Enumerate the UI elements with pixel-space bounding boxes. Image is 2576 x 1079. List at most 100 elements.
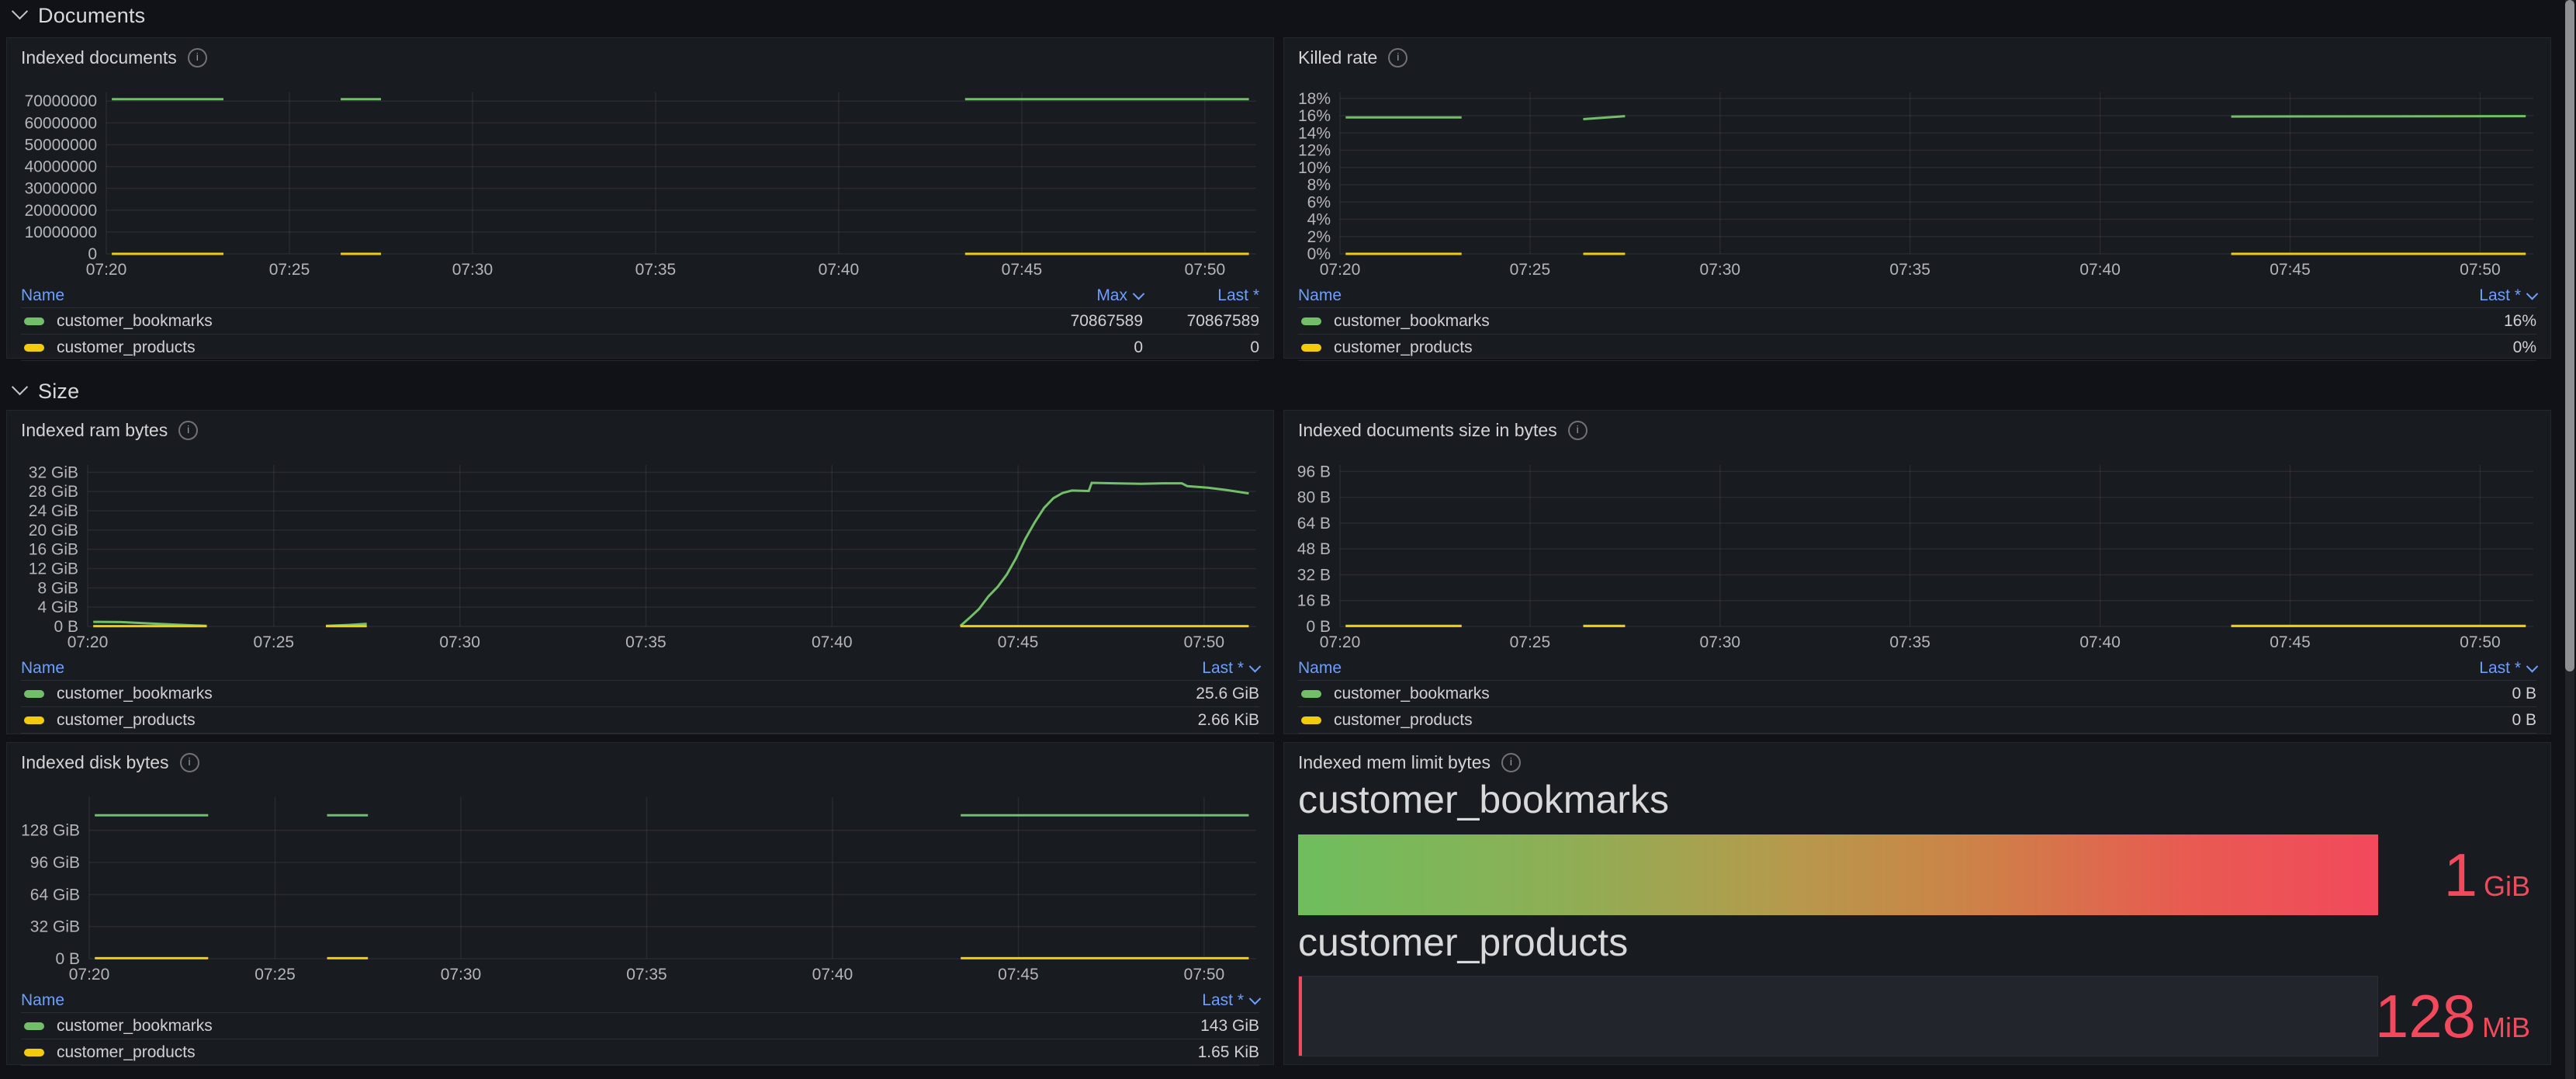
x-axis-tick-label: 07:35 — [635, 261, 677, 279]
legend-header-column[interactable]: Last * — [2373, 286, 2539, 305]
series-color-pill — [1301, 317, 1321, 325]
y-axis-tick-label: 10% — [1298, 159, 1331, 177]
legend-header-column[interactable]: Max — [1027, 286, 1145, 305]
x-axis-tick-label: 07:50 — [2460, 261, 2501, 279]
legend-header-row: Name Last * — [1298, 283, 2539, 308]
x-axis-tick-label: 07:20 — [86, 261, 127, 279]
series-color-pill — [24, 1022, 44, 1030]
series-line — [1583, 115, 1626, 120]
y-axis-tick-label: 80 B — [1297, 489, 1331, 507]
x-axis-tick-label: 07:25 — [1510, 261, 1551, 279]
series-name[interactable]: customer_products — [57, 711, 196, 730]
panel-title[interactable]: Indexed ram bytes — [21, 420, 168, 441]
legend-header-name[interactable]: Name — [1298, 659, 2373, 678]
y-axis-tick-label: 32 GiB — [30, 918, 80, 936]
gauge-value-bookmarks: 1 GiB — [2328, 834, 2530, 915]
x-axis-tick-label: 07:25 — [269, 261, 310, 279]
series-name[interactable]: customer_bookmarks — [57, 1017, 213, 1036]
legend-header-column[interactable]: Last * — [1143, 286, 1259, 305]
legend-header-column[interactable]: Last * — [1096, 659, 1262, 678]
legend-value: 0 B — [2512, 684, 2536, 703]
x-axis-tick-label: 07:30 — [1700, 261, 1741, 279]
panel-title[interactable]: Killed rate — [1298, 47, 1377, 68]
panel-killed-rate: Killed rate i 0% 2% 4% 6% 8% 10% 12% 14% 16% 18% 0… — [1283, 37, 2551, 361]
y-axis-tick-label: 32 B — [1297, 566, 1331, 584]
legend-row: customer_products 0 B — [1298, 707, 2536, 734]
series-name[interactable]: customer_bookmarks — [57, 685, 213, 703]
info-icon[interactable]: i — [1388, 48, 1408, 68]
y-axis-tick-label: 128 GiB — [21, 822, 80, 840]
legend-header-column[interactable]: Last * — [2373, 659, 2539, 678]
panel-title[interactable]: Indexed mem limit bytes — [1298, 752, 1491, 773]
legend-row: customer_bookmarks 0 B — [1298, 681, 2536, 707]
y-axis-tick-label: 14% — [1298, 124, 1331, 142]
panel-header: Indexed disk bytes i — [21, 752, 199, 773]
legend-row: customer_bookmarks 25.6 GiB — [21, 681, 1259, 707]
legend-header-name[interactable]: Name — [21, 659, 1096, 678]
scrollbar-thumb[interactable] — [2565, 0, 2574, 671]
panel-title[interactable]: Indexed disk bytes — [21, 752, 169, 773]
info-icon[interactable]: i — [1501, 753, 1521, 772]
legend-header-row: Name Max Last * — [21, 283, 1259, 308]
time-series-plot[interactable]: 0 B4 GiB 8 GiB 12 GiB 16 GiB 20 GiB 24 GiB 28 … — [12, 459, 1269, 653]
y-axis-tick-label: 60000000 — [25, 114, 97, 132]
info-icon[interactable]: i — [187, 48, 207, 68]
panel-title[interactable]: Indexed documents size in bytes — [1298, 420, 1557, 441]
legend-header-row: Name Last * — [1298, 656, 2539, 681]
legend-header-row: Name Last * — [21, 656, 1262, 681]
series-color-pill — [24, 716, 44, 724]
x-axis-tick-label: 07:35 — [625, 633, 667, 651]
time-series-plot[interactable]: 0 10000000 20000000 30000000 40000000 5000000… — [12, 86, 1269, 280]
info-icon[interactable]: i — [178, 421, 199, 440]
chart-svg: 0%2%4%6%8%10%12%14%16%18%07:20 07:25 07:30… — [1298, 90, 2533, 279]
x-axis-tick-label: 07:40 — [819, 261, 860, 279]
x-axis-tick-label: 07:50 — [1185, 261, 1226, 279]
time-series-plot[interactable]: 0% 2% 4% 6% 8% 10% 12% 14% 16% 18% 07:20 07:25 07:30… — [1289, 86, 2546, 280]
info-icon[interactable]: i — [1567, 421, 1587, 440]
legend-header-name[interactable]: Name — [1298, 286, 2373, 305]
x-axis-tick-label: 07:50 — [2460, 633, 2501, 651]
y-axis-tick-label: 30000000 — [25, 180, 97, 198]
legend-header-column[interactable]: Last * — [1096, 991, 1262, 1010]
legend-row: customer_products 2.66 KiB — [21, 707, 1259, 734]
panel-header: Indexed mem limit bytes i — [1298, 752, 1521, 773]
info-icon[interactable]: i — [179, 753, 199, 772]
panel-header: Killed rate i — [1298, 47, 1408, 68]
legend-table: Name Last * customer_bookmarks 16% customer_… — [1298, 283, 2539, 361]
sort-descending-icon — [2526, 660, 2539, 672]
panel-header: Indexed documents size in bytes i — [1298, 420, 1587, 441]
legend-header-name[interactable]: Name — [21, 286, 1027, 305]
panel-title[interactable]: Indexed documents — [21, 47, 177, 68]
legend-value: 0 B — [2512, 710, 2536, 729]
chart-svg: 0 B32 GiB64 GiB96 GiB128 GiB07:20 07:25 07… — [21, 797, 1256, 984]
legend-value: 2.66 KiB — [1197, 710, 1259, 729]
panel-indexed-documents-size: Indexed documents size in bytes i 0 B 16 … — [1283, 410, 2551, 734]
time-series-plot[interactable]: 0 B 16 B 32 B 48 B 64 B 80 B 96 B 07:20 07:25 07:… — [1289, 459, 2546, 653]
x-axis-tick-label: 07:45 — [2270, 261, 2311, 279]
series-name[interactable]: customer_products — [57, 338, 196, 357]
x-axis-tick-label: 07:20 — [69, 966, 110, 984]
series-name[interactable]: customer_bookmarks — [1334, 312, 1490, 331]
legend-row: customer_bookmarks 16% — [1298, 308, 2536, 335]
legend-value: 1.65 KiB — [1197, 1043, 1259, 1061]
x-axis-tick-label: 07:40 — [2079, 261, 2121, 279]
y-axis-tick-label: 2% — [1307, 228, 1331, 246]
series-color-pill — [1301, 343, 1321, 352]
time-series-plot[interactable]: 0 B 32 GiB 64 GiB 96 GiB 128 GiB 07:20 07:25 07… — [12, 791, 1269, 985]
series-name[interactable]: customer_bookmarks — [57, 312, 213, 331]
legend-table: Name Last * customer_bookmarks 25.6 GiB cust… — [21, 656, 1262, 734]
y-axis-tick-label: 16 GiB — [29, 541, 78, 559]
legend-header-row: Name Last * — [21, 988, 1262, 1013]
series-name[interactable]: customer_products — [1334, 338, 1473, 357]
row-header-size[interactable]: Size — [11, 377, 79, 405]
chart-svg: 0 B16 B32 B48 B64 B80 B96 B07:20 07:25 07:… — [1297, 463, 2533, 651]
series-name[interactable]: customer_products — [1334, 711, 1473, 730]
y-axis-tick-label: 18% — [1298, 90, 1331, 108]
legend-value: 70867589 — [1070, 311, 1143, 330]
x-axis-tick-label: 07:40 — [812, 966, 853, 984]
series-name[interactable]: customer_products — [57, 1043, 196, 1062]
x-axis-tick-label: 07:50 — [1184, 633, 1225, 651]
legend-header-name[interactable]: Name — [21, 991, 1096, 1010]
series-name[interactable]: customer_bookmarks — [1334, 685, 1490, 703]
row-header-documents[interactable]: Documents — [11, 2, 145, 29]
